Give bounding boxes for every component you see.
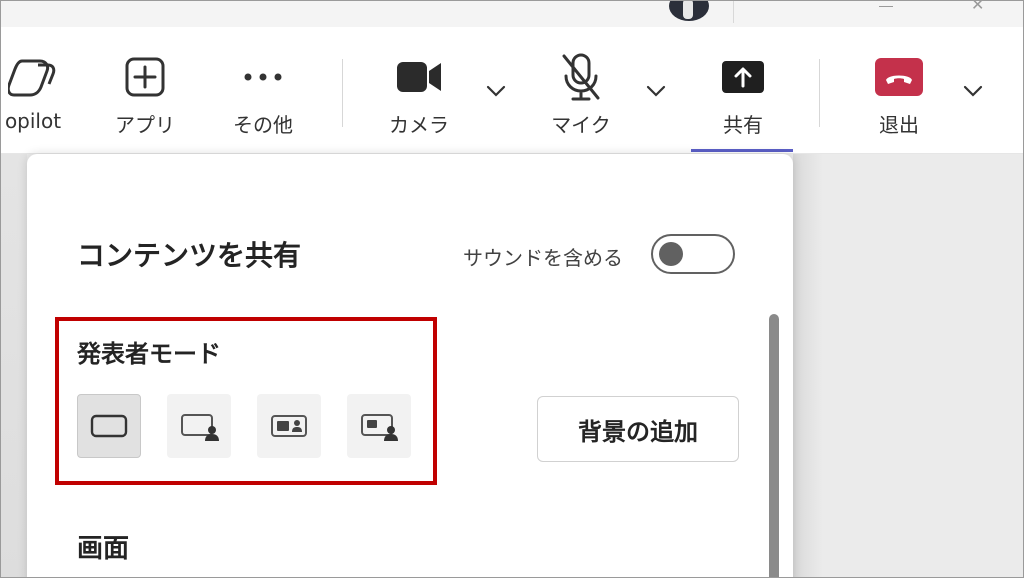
share-content-panel: コンテンツを共有 サウンドを含める 発表者モード 背景の追加 画面: [27, 154, 793, 577]
add-app-icon: [124, 53, 166, 101]
apps-button[interactable]: アプリ: [105, 27, 185, 153]
more-icon: [243, 53, 283, 101]
copilot-icon: [8, 53, 58, 101]
share-active-indicator: [691, 149, 793, 152]
more-label: その他: [233, 113, 293, 137]
leave-label: 退出: [879, 113, 919, 137]
leave-options-chevron-icon[interactable]: [961, 79, 985, 103]
presenter-mode-side-by-side[interactable]: [257, 394, 321, 458]
toggle-knob: [659, 242, 683, 266]
hang-up-icon: [874, 53, 924, 101]
app-window: ✕ opilot アプリ その他 カメラ マイク 共有 退出 コンテンツを共有 …: [0, 0, 1024, 578]
presenter-mode-reporter[interactable]: [347, 394, 411, 458]
content-only-icon: [90, 414, 128, 438]
copilot-button[interactable]: opilot: [1, 27, 75, 153]
include-sound-label: サウンドを含める: [463, 246, 623, 270]
share-button[interactable]: 共有: [701, 27, 785, 153]
copilot-label: opilot: [4, 109, 62, 133]
toolbar-divider: [342, 59, 343, 127]
minimize-icon[interactable]: [879, 1, 893, 7]
close-icon[interactable]: ✕: [971, 1, 984, 14]
camera-options-chevron-icon[interactable]: [484, 79, 508, 103]
screen-section-title: 画面: [77, 534, 130, 564]
camera-label: カメラ: [389, 113, 449, 137]
standout-icon: [181, 414, 219, 441]
panel-shadow: [793, 154, 823, 577]
mic-button[interactable]: マイク: [539, 27, 623, 153]
titlebar-divider: [733, 1, 734, 23]
panel-title: コンテンツを共有: [77, 239, 302, 272]
title-bar: ✕: [1, 1, 1023, 27]
video-background: [1, 154, 27, 577]
apps-label: アプリ: [115, 113, 175, 137]
panel-scrollbar[interactable]: [769, 314, 779, 577]
presenter-mode-title: 発表者モード: [77, 340, 221, 368]
presenter-mode-standout[interactable]: [167, 394, 231, 458]
camera-icon: [395, 53, 443, 101]
camera-button[interactable]: カメラ: [377, 27, 461, 153]
presenter-mode-content-only[interactable]: [77, 394, 141, 458]
share-label: 共有: [723, 113, 763, 137]
share-icon: [720, 53, 766, 101]
mic-muted-icon: [558, 53, 604, 101]
mic-options-chevron-icon[interactable]: [644, 79, 668, 103]
reporter-icon: [361, 414, 398, 441]
avatar[interactable]: [669, 1, 709, 21]
mic-label: マイク: [551, 113, 611, 137]
meeting-toolbar: opilot アプリ その他 カメラ マイク 共有 退出: [1, 27, 1023, 154]
add-background-button[interactable]: 背景の追加: [537, 396, 739, 462]
leave-button[interactable]: 退出: [857, 27, 941, 153]
include-sound-toggle[interactable]: [651, 234, 735, 274]
side-by-side-icon: [271, 415, 307, 437]
toolbar-divider: [819, 59, 820, 127]
more-button[interactable]: その他: [215, 27, 311, 153]
